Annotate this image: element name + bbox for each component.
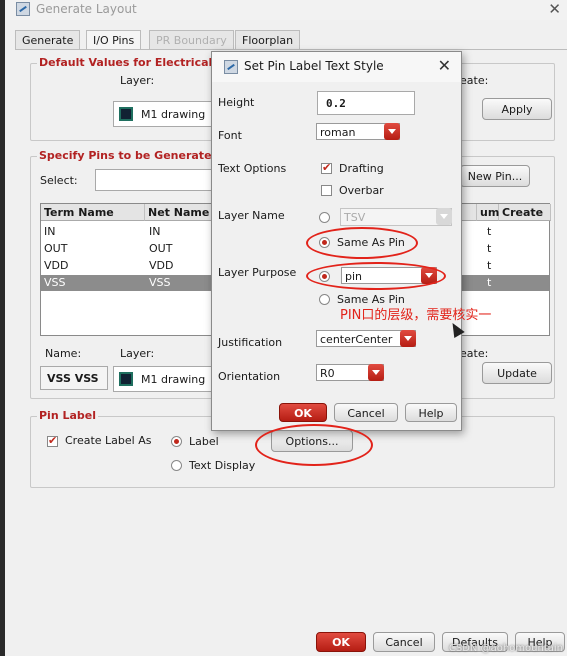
net-cell: IN <box>149 225 161 238</box>
height-label: Height <box>218 96 255 109</box>
col-term-name[interactable]: Term Name <box>41 204 145 221</box>
chevron-down-icon[interactable] <box>368 364 384 381</box>
update-button[interactable]: Update <box>482 362 552 384</box>
select-input[interactable] <box>95 169 215 191</box>
default-layer-field[interactable]: M1 drawing <box>113 101 213 127</box>
net-cell: OUT <box>149 242 173 255</box>
layer-name-label: Layer Name <box>218 209 285 222</box>
annotation-circle-layer-purpose <box>306 262 446 290</box>
main-titlebar: Generate Layout ✕ <box>5 0 567 20</box>
term-cell: IN <box>44 225 56 238</box>
watermark: CSDN @aohomountain <box>448 643 563 654</box>
orientation-combo[interactable]: R0 <box>316 364 384 381</box>
pin-layer-label: Layer: <box>120 347 155 360</box>
dialog-help-button[interactable]: Help <box>405 403 457 422</box>
drafting-checkbox[interactable] <box>321 161 332 174</box>
new-pin-button[interactable]: New Pin... <box>460 165 530 187</box>
default-layer-value: M1 drawing <box>141 108 206 121</box>
height-input[interactable]: 0.2 <box>317 91 415 115</box>
close-icon[interactable]: ✕ <box>548 0 561 18</box>
tab-generate[interactable]: Generate <box>15 30 81 49</box>
layer-purpose-label: Layer Purpose <box>218 266 297 279</box>
pin-layer-field[interactable]: M1 drawing <box>113 366 213 392</box>
annotation-circle-same-as-pin <box>306 227 418 259</box>
main-cancel-button[interactable]: Cancel <box>373 632 435 652</box>
layer-name-combo[interactable]: TSV <box>340 208 452 226</box>
main-window-title: Generate Layout <box>36 2 137 16</box>
term-cell: VDD <box>44 259 69 272</box>
orientation-value: R0 <box>320 367 335 380</box>
annotation-circle-options <box>255 424 373 466</box>
net-cell: VSS <box>149 276 171 289</box>
name-field: VSS VSS <box>40 366 108 390</box>
create-cell: t <box>487 259 492 272</box>
pin-layer-value: M1 drawing <box>141 373 206 386</box>
chevron-down-icon[interactable] <box>384 123 400 140</box>
dialog-ok-button[interactable]: OK <box>279 403 327 422</box>
main-ok-button[interactable]: OK <box>316 632 366 652</box>
text-display-option-text: Text Display <box>189 459 256 472</box>
overbar-checkbox[interactable] <box>321 185 332 196</box>
name-value: VSS VSS <box>47 372 99 385</box>
layer-name-radio[interactable] <box>319 212 330 223</box>
orientation-label: Orientation <box>218 370 281 383</box>
dialog-titlebar: Set Pin Label Text Style ✕ <box>212 52 461 82</box>
create-label-checkbox[interactable] <box>47 434 58 447</box>
justification-label: Justification <box>218 336 283 349</box>
col-net-name[interactable]: Net Name <box>145 204 217 221</box>
default-create-label: eate: <box>460 74 489 87</box>
tab-floorplan[interactable]: Floorplan <box>235 30 301 49</box>
height-value: 0.2 <box>326 97 346 110</box>
create-cell: t <box>487 242 492 255</box>
same-as-pin-radio-2[interactable] <box>319 294 330 305</box>
layer-swatch-icon <box>119 107 133 121</box>
col-num[interactable]: um <box>477 204 499 221</box>
term-cell: OUT <box>44 242 68 255</box>
create-label-as-label: Create Label As <box>65 434 152 447</box>
font-combo[interactable]: roman <box>316 123 400 140</box>
justification-value: centerCenter <box>320 333 393 346</box>
close-icon[interactable]: ✕ <box>438 56 451 75</box>
tab-divider <box>15 49 567 50</box>
net-cell: VDD <box>149 259 174 272</box>
layer-name-value: TSV <box>344 211 366 224</box>
drafting-label: Drafting <box>339 162 384 175</box>
font-value: roman <box>320 126 356 139</box>
dialog-title: Set Pin Label Text Style <box>244 59 384 73</box>
label-option-text: Label <box>189 435 219 448</box>
pin-label-title: Pin Label <box>37 409 99 422</box>
dialog-cancel-button[interactable]: Cancel <box>334 403 398 422</box>
term-cell: VSS <box>44 276 66 289</box>
name-label: Name: <box>45 347 82 360</box>
app-icon <box>16 2 30 16</box>
font-label: Font <box>218 129 242 142</box>
chevron-down-icon[interactable] <box>436 208 452 225</box>
chevron-down-icon[interactable] <box>400 330 416 347</box>
specify-pins-title: Specify Pins to be Generated <box>37 149 222 162</box>
select-label: Select: <box>40 174 78 187</box>
text-display-radio[interactable] <box>171 460 182 471</box>
create-cell: t <box>487 276 492 289</box>
label-radio[interactable] <box>171 436 182 447</box>
default-layer-label: Layer: <box>120 74 155 87</box>
tab-io-pins[interactable]: I/O Pins <box>86 30 142 50</box>
layer-swatch-icon <box>119 372 133 386</box>
annotation-note: PIN口的层级，需要核实一 <box>340 308 492 323</box>
text-options-label: Text Options <box>218 162 287 175</box>
justification-combo[interactable]: centerCenter <box>316 330 416 347</box>
col-create[interactable]: Create <box>499 204 551 221</box>
overbar-label: Overbar <box>339 184 384 197</box>
app-icon <box>224 60 238 74</box>
apply-button[interactable]: Apply <box>482 98 552 120</box>
tab-pr-boundary[interactable]: PR Boundary <box>149 30 234 49</box>
default-values-title: Default Values for Electrical Pi <box>37 56 230 69</box>
create-cell: t <box>487 225 492 238</box>
pin-create-label: eate: <box>460 347 489 360</box>
